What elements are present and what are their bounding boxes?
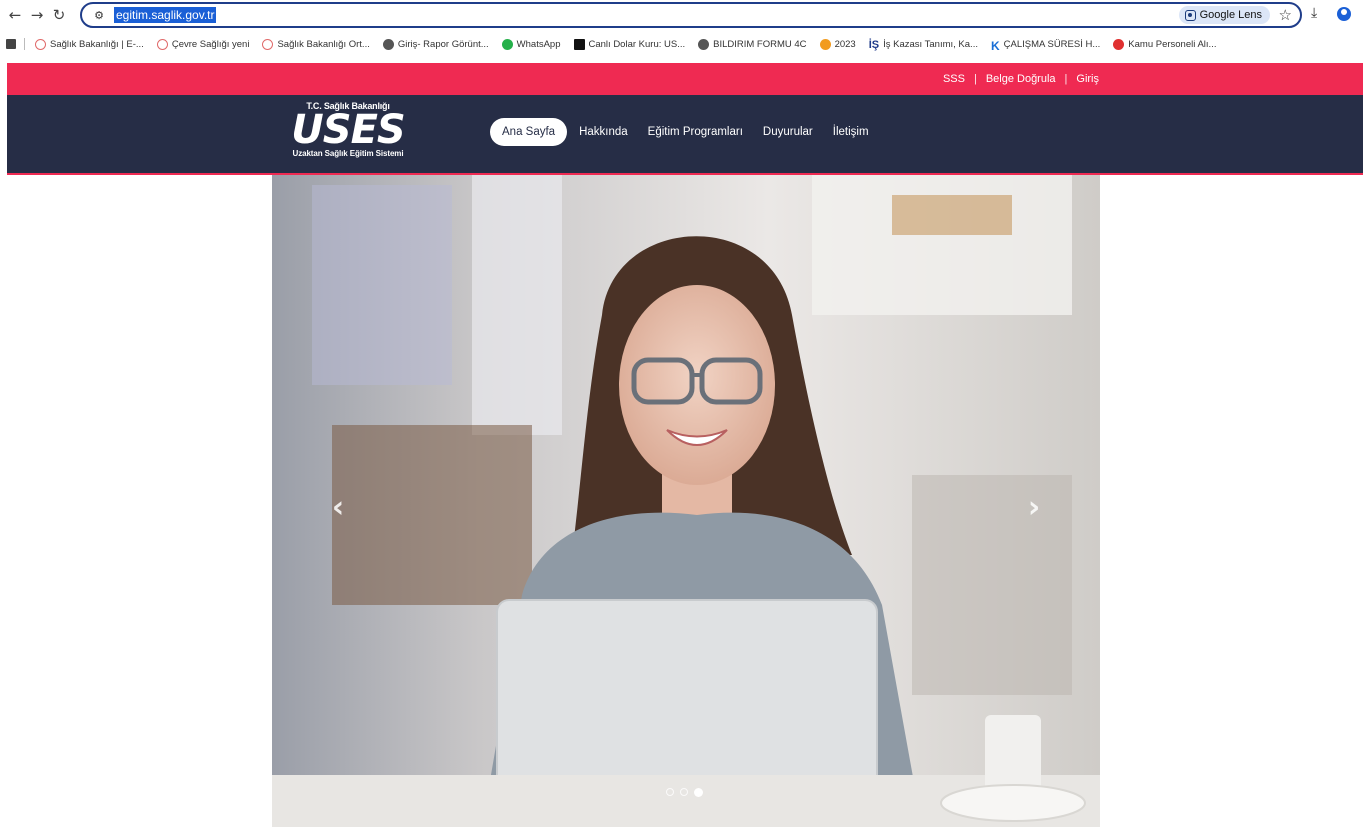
bookmark-item[interactable]: Sağlık Bakanlığı Ort... xyxy=(262,38,370,50)
back-arrow-icon[interactable]: ← xyxy=(4,4,26,26)
uses-logo[interactable]: T.C. Sağlık Bakanlığı USES Uzaktan Sağlı… xyxy=(283,101,413,167)
giris-link[interactable]: Giriş xyxy=(1076,73,1099,85)
bookmark-label: WhatsApp xyxy=(516,38,561,50)
carousel-indicators xyxy=(666,788,703,797)
bookmark-item[interactable]: Giriş- Rapor Görünt... xyxy=(382,38,489,50)
site-navbar: T.C. Sağlık Bakanlığı USES Uzaktan Sağlı… xyxy=(7,95,1363,175)
saglik-bakanligi-icon xyxy=(156,38,168,50)
reload-icon[interactable]: ↻ xyxy=(48,4,70,26)
bookmark-item[interactable]: Kamu Personeli Alı... xyxy=(1113,38,1217,50)
carousel-dot-1[interactable] xyxy=(666,788,674,796)
logo-sub-text: Uzaktan Sağlık Eğitim Sistemi xyxy=(292,149,404,158)
google-lens-label: Google Lens xyxy=(1199,9,1262,21)
bookmark-item[interactable]: İŞ İş Kazası Tanımı, Ka... xyxy=(868,38,978,51)
p-icon xyxy=(573,38,585,50)
download-icon[interactable]: ⤓ xyxy=(1311,5,1317,21)
orange-icon xyxy=(819,38,831,50)
bookmarks-divider xyxy=(24,38,25,50)
k-icon: K xyxy=(990,38,1000,53)
topbar-separator: | xyxy=(973,73,977,85)
bookmark-label: İş Kazası Tanımı, Ka... xyxy=(883,38,978,50)
bookmarks-bar: Sağlık Bakanlığı | E-... Çevre Sağlığı y… xyxy=(0,33,1370,55)
topbar-separator: | xyxy=(1064,73,1068,85)
bookmark-item[interactable]: WhatsApp xyxy=(501,38,561,50)
apps-icon[interactable] xyxy=(6,39,16,49)
hero-carousel: ‹ › xyxy=(272,175,1100,827)
bookmark-label: ÇALIŞMA SÜRESİ H... xyxy=(1003,38,1101,50)
bookmark-item[interactable]: BILDIRIM FORMU 4C xyxy=(698,38,807,50)
browser-toolbar: ← → ↻ ⚙ egitim.saglik.gov.tr Google Lens… xyxy=(0,0,1370,30)
belge-dogrula-link[interactable]: Belge Doğrula xyxy=(986,73,1056,85)
is-icon: İŞ xyxy=(868,38,880,51)
nav-duyurular[interactable]: Duyurular xyxy=(755,118,821,146)
site-topbar: SSS | Belge Doğrula | Giriş xyxy=(7,63,1363,95)
nav-hakkinda[interactable]: Hakkında xyxy=(571,118,636,146)
bookmark-label: Çevre Sağlığı yeni xyxy=(171,38,250,50)
globe-icon xyxy=(698,38,710,50)
saglik-bakanligi-icon xyxy=(262,38,274,50)
bookmark-label: BILDIRIM FORMU 4C xyxy=(713,38,807,50)
profile-avatar[interactable] xyxy=(1337,7,1351,21)
nav-iletisim[interactable]: İletişim xyxy=(825,118,877,146)
whatsapp-icon xyxy=(501,38,513,50)
bookmark-label: 2023 xyxy=(834,38,856,50)
bookmark-star-icon[interactable]: ☆ xyxy=(1279,6,1292,24)
main-menu: Ana Sayfa Hakkında Eğitim Programları Du… xyxy=(490,118,877,146)
bookmark-item[interactable]: Canlı Dolar Kuru: US... xyxy=(573,38,686,50)
bookmark-label: Sağlık Bakanlığı Ort... xyxy=(277,38,370,50)
bookmark-item[interactable]: 2023 xyxy=(819,38,856,50)
bookmark-item[interactable]: K ÇALIŞMA SÜRESİ H... xyxy=(990,38,1101,53)
address-bar[interactable]: ⚙ egitim.saglik.gov.tr Google Lens ☆ xyxy=(80,2,1302,28)
nav-egitim-programlari[interactable]: Eğitim Programları xyxy=(640,118,751,146)
bookmark-label: Kamu Personeli Alı... xyxy=(1128,38,1217,50)
globe-icon xyxy=(382,38,394,50)
carousel-dot-2[interactable] xyxy=(680,788,688,796)
google-lens-button[interactable]: Google Lens xyxy=(1178,6,1270,24)
saglik-bakanligi-icon xyxy=(35,38,46,50)
bookmark-item[interactable]: Sağlık Bakanlığı | E-... xyxy=(35,38,144,50)
google-lens-icon xyxy=(1184,9,1196,21)
carousel-dot-3[interactable] xyxy=(694,788,703,797)
nav-ana-sayfa[interactable]: Ana Sayfa xyxy=(490,118,568,146)
kamu-icon xyxy=(1113,38,1125,50)
sss-link[interactable]: SSS xyxy=(943,73,965,85)
bookmark-label: Giriş- Rapor Görünt... xyxy=(397,38,489,50)
site-info-icon[interactable]: ⚙ xyxy=(88,4,110,26)
url-text[interactable]: egitim.saglik.gov.tr xyxy=(114,7,217,23)
carousel-prev-arrow-icon[interactable]: ‹ xyxy=(326,490,350,525)
bookmark-label: Canlı Dolar Kuru: US... xyxy=(588,38,686,50)
forward-arrow-icon[interactable]: → xyxy=(26,4,48,26)
bookmark-label: Sağlık Bakanlığı | E-... xyxy=(50,38,144,50)
bookmark-item[interactable]: Çevre Sağlığı yeni xyxy=(156,38,250,50)
carousel-next-arrow-icon[interactable]: › xyxy=(1022,490,1046,525)
hero-image xyxy=(272,175,1100,827)
logo-main-text: USES xyxy=(291,107,405,153)
